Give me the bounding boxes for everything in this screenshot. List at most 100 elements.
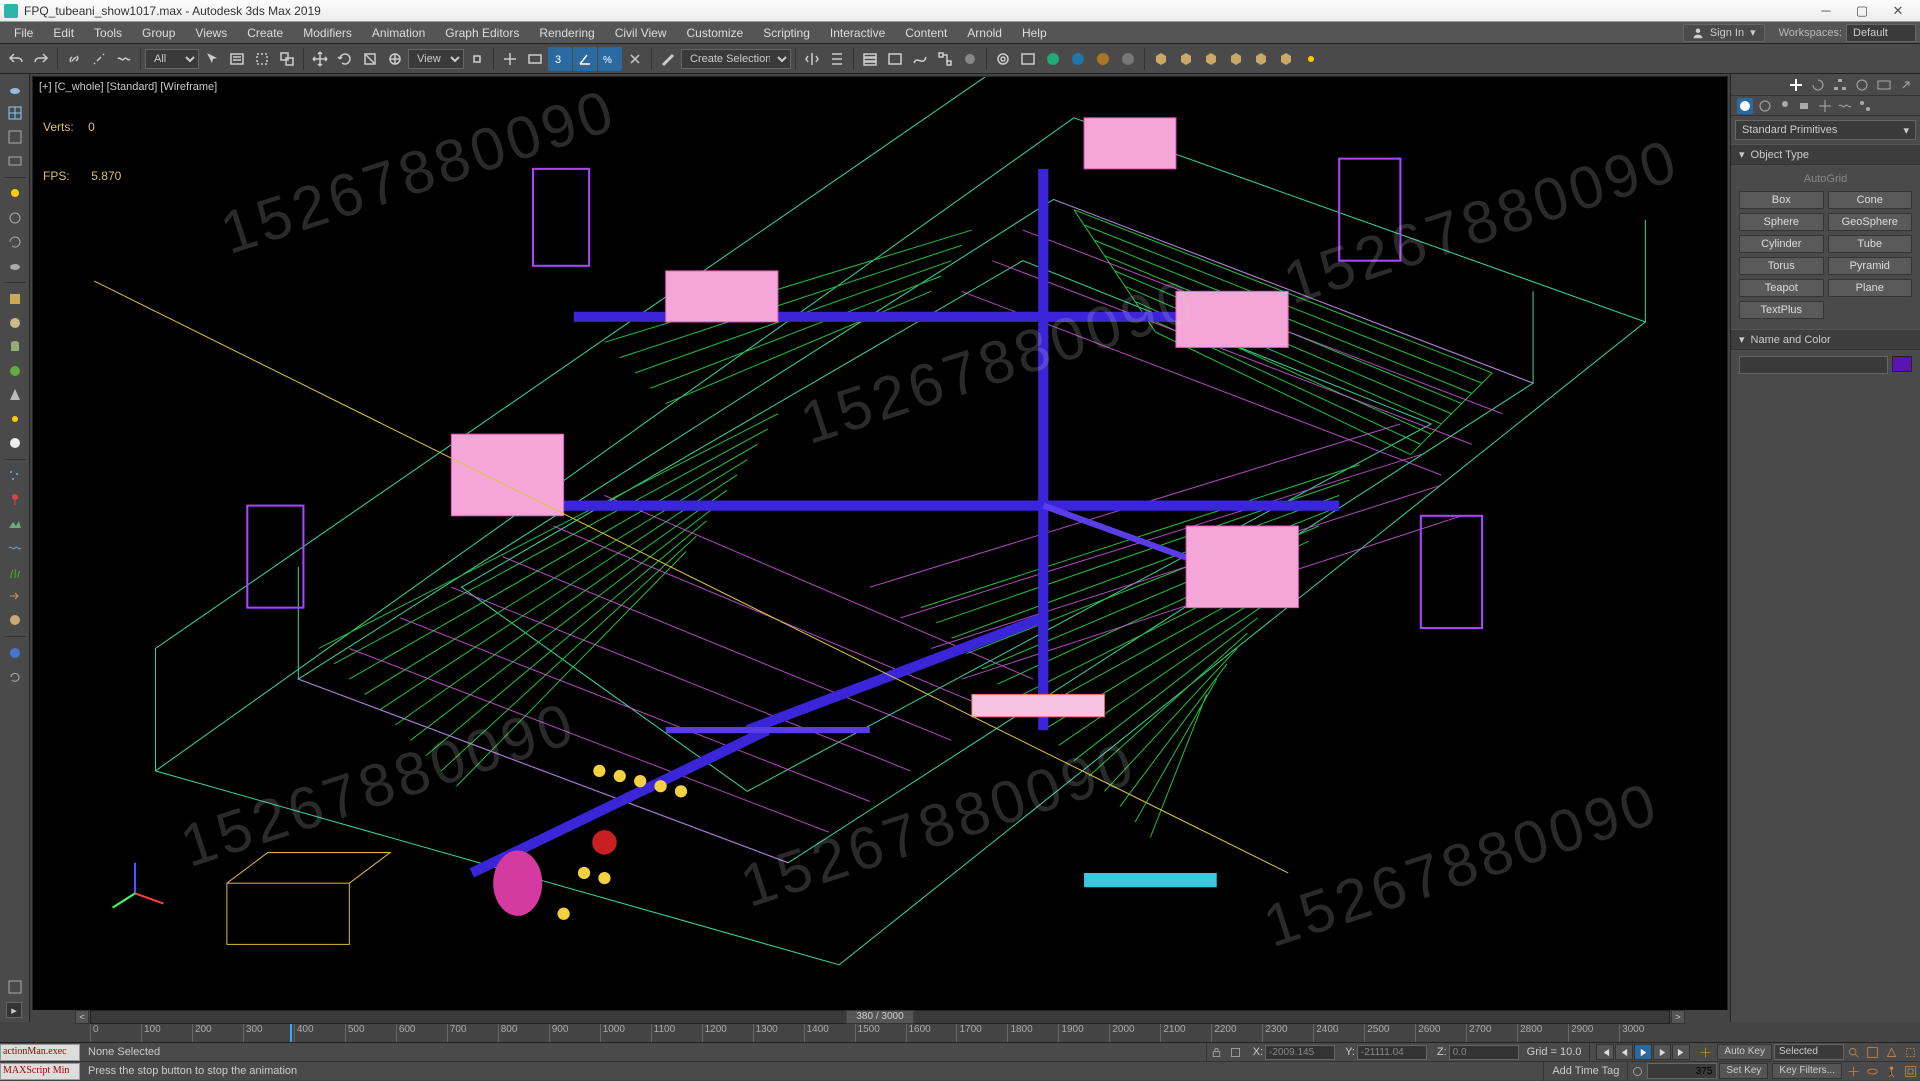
rotate-icon[interactable] [3, 231, 27, 253]
sun-button[interactable] [1299, 47, 1323, 71]
select-region-rect-button[interactable] [250, 47, 274, 71]
menu-rendering[interactable]: Rendering [529, 22, 604, 44]
cloud-icon[interactable] [3, 255, 27, 277]
cameras-subtab[interactable] [1797, 98, 1813, 114]
rotate-button[interactable] [333, 47, 357, 71]
toggle-ribbon-button[interactable] [883, 47, 907, 71]
move-button[interactable] [308, 47, 332, 71]
keyboard-shortcut-button[interactable] [523, 47, 547, 71]
teapot-icon[interactable] [3, 78, 27, 100]
placement-button[interactable] [383, 47, 407, 71]
current-frame-input[interactable] [1647, 1063, 1717, 1079]
shapes-subtab[interactable] [1757, 98, 1773, 114]
add-time-tag[interactable]: Add Time Tag [1544, 1062, 1628, 1081]
nav-orbit-icon[interactable] [1864, 1063, 1881, 1080]
key-mode-icon[interactable] [1697, 1044, 1714, 1061]
box-d-button[interactable] [1224, 47, 1248, 71]
curve-editor-button[interactable] [908, 47, 932, 71]
viewport[interactable]: [+] [C_whole] [Standard] [Wireframe] Ver… [32, 76, 1728, 1020]
prev-frame-button[interactable] [1615, 1044, 1633, 1060]
coord-z[interactable] [1449, 1045, 1519, 1060]
menu-grapheditors[interactable]: Graph Editors [435, 22, 529, 44]
systems-subtab[interactable] [1857, 98, 1873, 114]
snap-toggle-button[interactable]: 3 [548, 47, 572, 71]
light-bulb-icon[interactable] [3, 183, 27, 205]
align-button[interactable] [825, 47, 849, 71]
render-online-button[interactable] [1116, 47, 1140, 71]
prim-cylinder[interactable]: Cylinder [1739, 235, 1824, 253]
menu-create[interactable]: Create [237, 22, 293, 44]
cone-icon[interactable] [3, 384, 27, 406]
refcoord-dropdown[interactable]: View [408, 49, 464, 69]
rollout-object-type[interactable]: ▾Object Type [1731, 144, 1920, 165]
prim-pyramid[interactable]: Pyramid [1828, 257, 1913, 275]
helpers-subtab[interactable] [1817, 98, 1833, 114]
layer-explorer-button[interactable] [858, 47, 882, 71]
refresh-icon[interactable] [3, 666, 27, 688]
prim-plane[interactable]: Plane [1828, 279, 1913, 297]
particles-icon[interactable] [3, 465, 27, 487]
render-activeshade-button[interactable] [1091, 47, 1115, 71]
timeline-next[interactable]: > [1671, 1010, 1685, 1024]
menu-views[interactable]: Views [185, 22, 237, 44]
menu-scripting[interactable]: Scripting [753, 22, 820, 44]
tan-circle-icon[interactable] [3, 609, 27, 631]
menu-file[interactable]: File [4, 22, 43, 44]
tan-sphere-icon[interactable] [3, 312, 27, 334]
undo-button[interactable] [4, 47, 28, 71]
prim-teapot[interactable]: Teapot [1739, 279, 1824, 297]
select-by-name-button[interactable] [225, 47, 249, 71]
pin-icon[interactable] [3, 489, 27, 511]
menu-civilview[interactable]: Civil View [605, 22, 677, 44]
grass-icon[interactable] [3, 561, 27, 583]
box-f-button[interactable] [1274, 47, 1298, 71]
selection-filter[interactable]: All [145, 49, 199, 69]
setkey-button[interactable]: Set Key [1719, 1063, 1768, 1079]
prim-textplus[interactable]: TextPlus [1739, 301, 1824, 319]
timeline-prev[interactable]: < [75, 1010, 89, 1024]
maximize-button[interactable]: ▢ [1844, 1, 1880, 21]
material-editor-button[interactable] [958, 47, 982, 71]
spinner-snap-button[interactable] [623, 47, 647, 71]
isolate-selection-icon[interactable] [1227, 1044, 1244, 1061]
maxscript-mini-2[interactable]: MAXScript Min [0, 1063, 80, 1080]
modify-tab-icon[interactable] [1810, 77, 1826, 93]
keyfilters-button[interactable]: Key Filters... [1772, 1063, 1842, 1079]
hierarchy-tab-icon[interactable] [1832, 77, 1848, 93]
motion-tab-icon[interactable] [1854, 77, 1870, 93]
layout-a-icon[interactable] [3, 976, 27, 998]
object-name-input[interactable] [1739, 356, 1888, 374]
nav-zoomall-icon[interactable] [1864, 1044, 1881, 1061]
schematic-view-button[interactable] [933, 47, 957, 71]
close-button[interactable]: ✕ [1880, 1, 1916, 21]
utilities-tab-icon[interactable] [1898, 77, 1914, 93]
prim-torus[interactable]: Torus [1739, 257, 1824, 275]
menu-modifiers[interactable]: Modifiers [293, 22, 362, 44]
autogrid-checkbox[interactable]: AutoGrid [1739, 171, 1912, 191]
prim-geosphere[interactable]: GeoSphere [1828, 213, 1913, 231]
viewport-label[interactable]: [+] [C_whole] [Standard] [Wireframe] [39, 81, 217, 93]
box-a-button[interactable] [1149, 47, 1173, 71]
grid-b-icon[interactable] [3, 126, 27, 148]
redo-button[interactable] [29, 47, 53, 71]
white-sphere-icon[interactable] [3, 432, 27, 454]
named-selection-dropdown[interactable]: Create Selection Set [681, 49, 791, 69]
wave-icon[interactable] [3, 537, 27, 559]
prim-sphere[interactable]: Sphere [1739, 213, 1824, 231]
menu-group[interactable]: Group [132, 22, 185, 44]
grid-a-icon[interactable] [3, 102, 27, 124]
timeline-playhead[interactable] [290, 1024, 292, 1042]
yellow-box-icon[interactable] [3, 288, 27, 310]
arrow-icon[interactable] [3, 585, 27, 607]
nav-maximize-icon[interactable] [1902, 1063, 1919, 1080]
angle-snap-button[interactable] [573, 47, 597, 71]
menu-edit[interactable]: Edit [43, 22, 84, 44]
prim-box[interactable]: Box [1739, 191, 1824, 209]
object-color-swatch[interactable] [1892, 356, 1912, 372]
box-c-button[interactable] [1199, 47, 1223, 71]
select-object-button[interactable] [200, 47, 224, 71]
next-frame-button[interactable] [1653, 1044, 1671, 1060]
grid-c-icon[interactable] [3, 150, 27, 172]
coord-y[interactable] [1357, 1045, 1427, 1060]
cylinder-icon[interactable] [3, 336, 27, 358]
